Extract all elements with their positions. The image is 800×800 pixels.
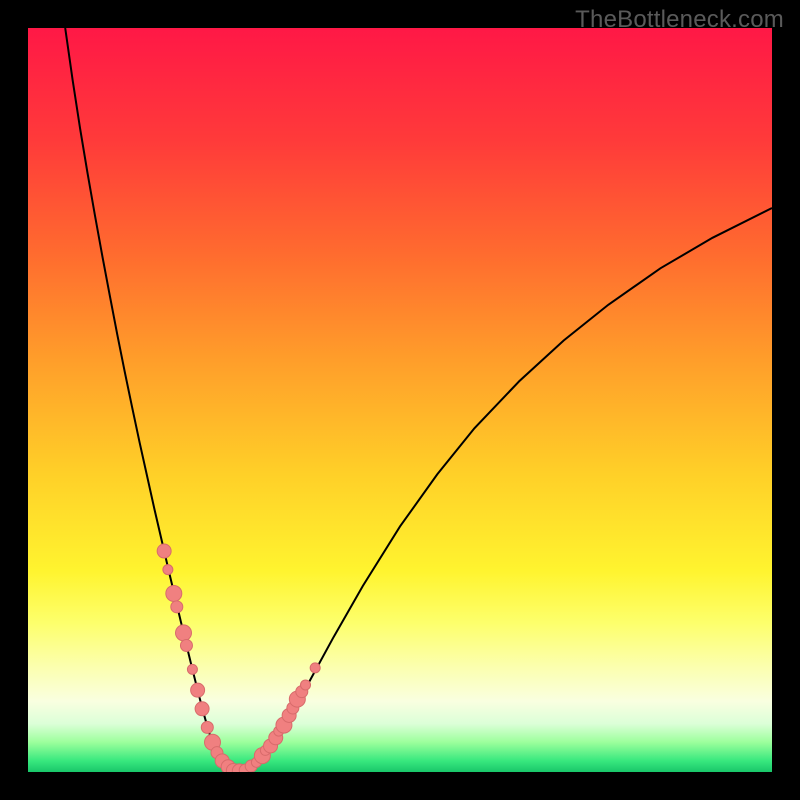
sample-marker (166, 585, 182, 601)
sample-marker (191, 683, 205, 697)
chart-frame (28, 28, 772, 772)
sample-marker (171, 601, 183, 613)
sample-marker (187, 664, 197, 674)
watermark-text: TheBottleneck.com (575, 6, 784, 34)
sample-marker (201, 721, 213, 733)
sample-marker (157, 544, 171, 558)
sample-marker (180, 640, 192, 652)
chart-svg (28, 28, 772, 772)
sample-marker (301, 680, 311, 690)
chart-background (28, 28, 772, 772)
sample-marker (163, 565, 173, 575)
sample-marker (176, 625, 192, 641)
sample-marker (310, 663, 320, 673)
sample-marker (195, 702, 209, 716)
